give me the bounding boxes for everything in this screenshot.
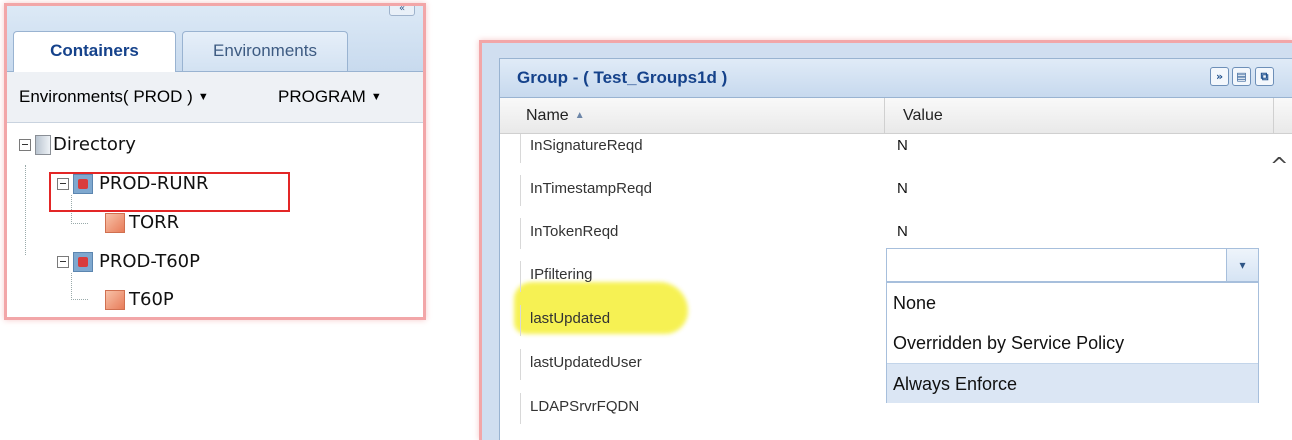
container-icon xyxy=(73,252,93,272)
tab-environments[interactable]: Environments xyxy=(182,31,348,71)
tree-node-directory[interactable]: Directory xyxy=(19,131,136,159)
ipfiltering-options-list: None Overridden by Service Policy Always… xyxy=(886,282,1259,403)
option-none[interactable]: None xyxy=(887,283,1258,323)
tree-node-label: PROD-T60P xyxy=(99,251,200,272)
tree-node-label: TORR xyxy=(129,212,180,233)
option-always-enforce[interactable]: Always Enforce xyxy=(887,363,1258,403)
table-row[interactable]: InSignatureReqd N xyxy=(500,134,1274,169)
containers-panel: Containers Environments « Environments( … xyxy=(4,3,426,320)
panel-header: Group - ( Test_Groups1d ) » ▤ ⧉ xyxy=(500,59,1292,98)
tree-node-label: T60P xyxy=(129,289,174,310)
selection-highlight-box xyxy=(49,172,290,212)
panel-tabbar: Containers Environments xyxy=(7,6,423,72)
program-dropdown-label: PROGRAM xyxy=(278,87,366,106)
table-row[interactable]: InTimestampReqd N xyxy=(500,169,1274,212)
group-properties-panel: Group - ( Test_Groups1d ) » ▤ ⧉ Name ▲ Va… xyxy=(479,40,1292,440)
row-value[interactable]: N xyxy=(885,134,1265,163)
tab-containers[interactable]: Containers xyxy=(13,31,176,72)
column-header-name-label: Name xyxy=(526,107,569,124)
row-name: lastUpdated xyxy=(520,305,878,336)
properties-grid-panel: Group - ( Test_Groups1d ) » ▤ ⧉ Name ▲ Va… xyxy=(499,58,1292,440)
grid-column-headers: Name ▲ Value xyxy=(500,98,1292,134)
chevron-down-icon: ▼ xyxy=(197,91,209,103)
collapse-node-icon[interactable] xyxy=(57,256,69,268)
program-dropdown[interactable]: PROGRAM ▼ xyxy=(278,87,382,107)
tree-node-label: Directory xyxy=(53,134,136,155)
row-name: InTokenReqd xyxy=(520,218,878,249)
row-name: LDAPSrvrFQDN xyxy=(520,393,878,424)
service-icon xyxy=(105,290,125,310)
restore-window-icon[interactable]: ⧉ xyxy=(1255,67,1274,86)
row-name: InSignatureReqd xyxy=(520,134,878,163)
chevron-down-icon[interactable]: ▾ xyxy=(1226,249,1258,281)
save-icon[interactable]: ▤ xyxy=(1232,67,1251,86)
environments-dropdown-label: Environments( PROD ) xyxy=(19,87,193,106)
row-name: InTimestampReqd xyxy=(520,175,878,206)
row-value[interactable]: N xyxy=(885,218,1265,249)
environments-dropdown[interactable]: Environments( PROD ) ▼ xyxy=(19,87,209,107)
row-name: IPfiltering xyxy=(520,261,878,292)
grid-body: InSignatureReqd N InTimestampReqd N InTo… xyxy=(500,134,1292,440)
scroll-up-icon[interactable]: ^ xyxy=(1270,154,1288,179)
tree-node-t60p[interactable]: T60P xyxy=(105,286,174,314)
sort-ascending-icon: ▲ xyxy=(574,110,585,121)
container-tree: Directory PROD-RUNR TORR PROD-T60P T60P xyxy=(7,123,423,317)
tree-node-torr[interactable]: TORR xyxy=(105,209,179,237)
row-name: lastUpdatedUser xyxy=(520,349,878,380)
option-overridden-by-service-policy[interactable]: Overridden by Service Policy xyxy=(887,323,1258,363)
column-header-name[interactable]: Name ▲ xyxy=(500,98,885,133)
expand-panel-button[interactable]: » xyxy=(1210,67,1229,86)
column-header-value[interactable]: Value xyxy=(885,98,1274,133)
environment-toolbar: Environments( PROD ) ▼ PROGRAM ▼ xyxy=(7,72,423,123)
collapse-node-icon[interactable] xyxy=(19,139,31,151)
tree-node-prod-t60p[interactable]: PROD-T60P xyxy=(57,248,200,276)
service-icon xyxy=(105,213,125,233)
collapse-panel-icon[interactable]: « xyxy=(389,6,415,16)
panel-title: Group - ( Test_Groups1d ) xyxy=(517,68,728,87)
row-value[interactable]: N xyxy=(885,175,1265,206)
directory-icon xyxy=(35,135,51,155)
chevron-down-icon: ▼ xyxy=(370,91,382,103)
ipfiltering-select[interactable]: ▾ xyxy=(886,248,1259,282)
